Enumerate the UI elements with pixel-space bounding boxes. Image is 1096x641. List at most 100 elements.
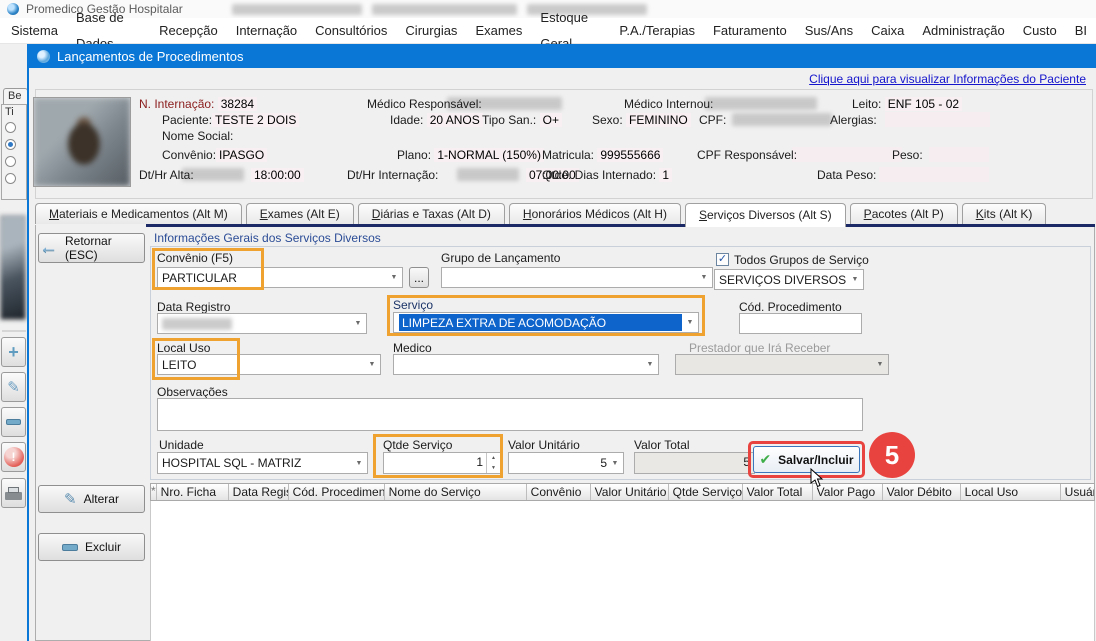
alert-button[interactable]: !	[1, 442, 26, 472]
menu-item-p-a-terapias[interactable]: P.A./Terapias	[610, 18, 704, 44]
peso-value-box	[929, 147, 989, 162]
salvar-incluir-button[interactable]: ✔Salvar/Incluir	[753, 446, 860, 473]
grid-column-cod-procediment[interactable]: Cód. Procediment	[289, 484, 385, 500]
menu-item-consultorios[interactable]: Consultórios	[306, 18, 396, 44]
redacted-value	[732, 113, 832, 126]
plus-icon: +	[8, 343, 19, 361]
grid-column-usuario[interactable]: Usuário	[1061, 484, 1095, 500]
cod-procedimento-input[interactable]	[739, 313, 862, 334]
menu-item-bi[interactable]: BI	[1066, 18, 1096, 44]
convenio-select[interactable]: PARTICULAR▼	[157, 267, 403, 288]
dropdown-arrow-icon[interactable]: ▼	[642, 355, 658, 374]
dropdown-arrow-icon[interactable]: ▼	[364, 355, 380, 374]
grupo-servico-value: SERVIÇOS DIVERSOS	[719, 273, 846, 287]
grupo-lancamento-label: Grupo de Lançamento	[441, 251, 560, 265]
grid-column-convenio[interactable]: Convênio	[527, 484, 591, 500]
todos-grupos-checkbox[interactable]: ✓	[716, 253, 729, 266]
menu-bar: SistemaBase de DadosRecepçãoInternaçãoCo…	[0, 18, 1096, 44]
grid-column-valor-unitario[interactable]: Valor Unitário	[591, 484, 669, 500]
radio-button[interactable]	[5, 156, 16, 167]
menu-item-custo[interactable]: Custo	[1014, 18, 1066, 44]
dropdown-arrow-icon[interactable]: ▼	[847, 270, 863, 289]
medico-label: Medico	[393, 341, 432, 355]
unidade-label: Unidade	[159, 438, 204, 452]
grid-column-valor-debito[interactable]: Valor Débito	[883, 484, 961, 500]
remove-button[interactable]	[1, 407, 26, 437]
tab-exames-alt-e[interactable]: Exames (Alt E)	[246, 203, 354, 224]
tab-kits-alt-k[interactable]: Kits (Alt K)	[962, 203, 1047, 224]
servico-select[interactable]: LIMPEZA EXTRA DE ACOMODAÇÃO▼	[393, 312, 699, 333]
menu-item-internacao[interactable]: Internação	[227, 18, 306, 44]
grid-column-qtde-servico[interactable]: Qtde Serviço	[669, 484, 743, 500]
valor-unitario-value: 5	[600, 456, 607, 470]
tab-diarias-e-taxas-alt-d[interactable]: Diárias e Taxas (Alt D)	[358, 203, 505, 224]
menu-item-caixa[interactable]: Caixa	[862, 18, 913, 44]
redacted-value	[705, 97, 817, 110]
local-uso-select[interactable]: LEITO▼	[157, 354, 381, 375]
menu-item-administracao[interactable]: Administração	[913, 18, 1013, 44]
excluir-button[interactable]: Excluir	[38, 533, 145, 561]
retornar-button[interactable]: ←Retornar (ESC)	[38, 233, 145, 263]
unidade-select[interactable]: HOSPITAL SQL - MATRIZ▼	[157, 452, 368, 474]
dropdown-arrow-icon[interactable]: ▼	[351, 453, 367, 473]
tab-servicos-diversos-alt-s[interactable]: Serviços Diversos (Alt S)	[685, 203, 846, 227]
menu-item-sus-ans[interactable]: Sus/Ans	[796, 18, 862, 44]
dropdown-arrow-icon[interactable]: ▼	[696, 268, 712, 287]
grupo-servico-select[interactable]: SERVIÇOS DIVERSOS▼	[714, 269, 864, 290]
window-titlebar: Lançamentos de Procedimentos	[29, 44, 1096, 68]
convenio-browse-button[interactable]: ...	[409, 267, 429, 288]
dropdown-arrow-icon[interactable]: ▼	[386, 268, 402, 287]
observacoes-input[interactable]	[157, 398, 863, 431]
print-button[interactable]	[1, 478, 26, 508]
minus-icon	[62, 544, 78, 551]
radio-button[interactable]	[5, 173, 16, 184]
background-window-tab[interactable]: Be	[3, 88, 28, 104]
medico-select[interactable]: ▼	[393, 354, 659, 375]
qtde-servico-label: Qtde Serviço	[383, 438, 452, 452]
spin-up-icon[interactable]: ▲	[487, 453, 500, 463]
menu-item-cirurgias[interactable]: Cirurgias	[396, 18, 466, 44]
menu-item-exames[interactable]: Exames	[466, 18, 531, 44]
qtde-servico-input[interactable]: 1▲▼	[383, 452, 501, 474]
grid-body[interactable]	[150, 501, 1095, 641]
valor-unitario-select[interactable]: 5▼	[508, 452, 624, 474]
tab-pacotes-alt-p[interactable]: Pacotes (Alt P)	[850, 203, 958, 224]
pencil-icon: ✎	[7, 378, 20, 396]
tab-materiais-e-medicamentos-alt-m[interactable]: Materiais e Medicamentos (Alt M)	[35, 203, 242, 224]
data-registro-label: Data Registro	[157, 300, 230, 314]
local-uso-label: Local Uso	[157, 341, 210, 355]
menu-item-sistema[interactable]: Sistema	[2, 18, 67, 44]
grid-column-data-regist[interactable]: Data Regist	[229, 484, 289, 500]
radio-button-selected[interactable]	[5, 139, 16, 150]
grid-column-valor-total[interactable]: Valor Total	[743, 484, 813, 500]
cpf-label: CPF:	[699, 113, 726, 127]
spin-down-icon[interactable]: ▼	[487, 463, 500, 473]
retornar-label: Retornar (ESC)	[65, 234, 144, 262]
convenio-f5-label: Convênio (F5)	[157, 251, 233, 265]
menu-item-recepcao[interactable]: Recepção	[150, 18, 227, 44]
salvar-incluir-label: Salvar/Incluir	[778, 453, 853, 467]
alterar-label: Alterar	[84, 492, 119, 506]
grid-column-local-uso[interactable]: Local Uso	[961, 484, 1061, 500]
grid-column-nome-do-servico[interactable]: Nome do Serviço	[385, 484, 527, 500]
dropdown-arrow-icon[interactable]: ▼	[350, 314, 366, 333]
add-button[interactable]: +	[1, 337, 26, 367]
step-badge: 5	[869, 432, 915, 478]
edit-button[interactable]: ✎	[1, 372, 26, 402]
patient-info-link[interactable]: Clique aqui para visualizar Informações …	[809, 72, 1086, 86]
menu-item-faturamento[interactable]: Faturamento	[704, 18, 796, 44]
alterar-button[interactable]: ✎Alterar	[38, 485, 145, 513]
radio-button[interactable]	[5, 122, 16, 133]
grid-column-nro-ficha[interactable]: Nro. Ficha	[157, 484, 229, 500]
dropdown-arrow-icon[interactable]: ▼	[607, 453, 623, 473]
data-registro-select[interactable]: ▼	[157, 313, 367, 334]
grupo-lancamento-select[interactable]: ▼	[441, 267, 713, 288]
mouse-cursor-icon	[810, 468, 824, 488]
valor-total-field: 5	[634, 452, 755, 474]
prestador-label: Prestador que Irá Receber	[689, 341, 830, 355]
cod-procedimento-label: Cód. Procedimento	[739, 300, 842, 314]
tab-honorarios-medicos-alt-h[interactable]: Honorários Médicos (Alt H)	[509, 203, 681, 224]
idade-value: 20 ANOS	[427, 113, 483, 127]
prestador-select-disabled: ▼	[675, 354, 889, 375]
dropdown-arrow-icon[interactable]: ▼	[682, 313, 698, 332]
